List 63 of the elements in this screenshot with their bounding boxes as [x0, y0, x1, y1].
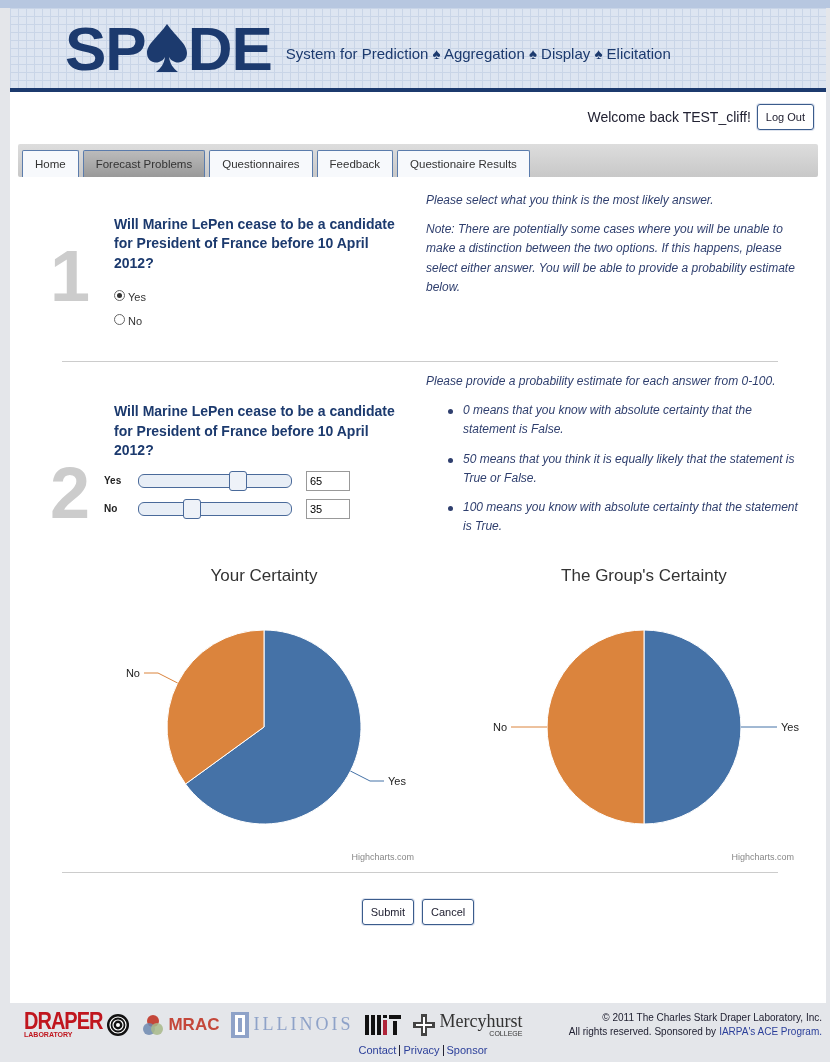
leader-line — [349, 770, 385, 782]
chart-credit: Highcharts.com — [731, 852, 794, 863]
number-field[interactable]: 65 — [306, 470, 350, 491]
form-button[interactable]: Cancel — [422, 899, 475, 926]
draper-logo-text: DRAPER — [24, 1009, 103, 1033]
logout-button[interactable]: Log Out — [756, 104, 814, 130]
nav-tab[interactable]: Questionaire Results — [397, 150, 530, 177]
block-i-icon — [231, 1011, 250, 1038]
slider-thumb[interactable] — [183, 498, 202, 519]
slider-label: No — [104, 503, 119, 515]
spade-icon — [146, 22, 187, 74]
form-button[interactable]: Submit — [361, 899, 414, 926]
slider-track[interactable] — [138, 501, 292, 516]
nav-tab[interactable]: Feedback — [316, 150, 394, 177]
footer-link[interactable]: Contact — [358, 1044, 397, 1056]
chart-credit: Highcharts.com — [351, 852, 414, 863]
bars-logo-icon — [365, 1014, 402, 1035]
rights-text: All rights reserved. Sponsored by — [568, 1026, 717, 1037]
slice-label: Yes — [781, 721, 799, 734]
radio-button[interactable] — [114, 289, 125, 301]
mercyhurst-logo-text: Mercyhurst — [439, 1012, 523, 1030]
cross-emblem-icon — [413, 1013, 436, 1036]
instruction-text: Please select what you think is the most likely answer. — [426, 192, 715, 209]
slider-label: Yes — [104, 475, 123, 487]
option-label: Yes — [128, 291, 146, 304]
number-field[interactable]: 35 — [306, 498, 350, 519]
note-text: Note: There are potentially some cases where you will be unable to make a distinction between the two options. If this happens, please select either answer. You will be able to provide a probability estimate below. — [426, 221, 796, 296]
slice-label: Yes — [388, 775, 406, 788]
slider-track[interactable] — [138, 473, 292, 488]
bullet-icon — [448, 457, 453, 463]
target-icon — [106, 1012, 131, 1037]
slider-thumb[interactable] — [228, 470, 247, 491]
nav-tab[interactable]: Questionnaires — [209, 150, 313, 177]
slice-label: No — [125, 667, 140, 680]
copyright-text: © 2011 The Charles Stark Draper Laboratory, Inc. — [601, 1012, 822, 1023]
logo-text: SP — [65, 12, 146, 84]
nav-tab[interactable]: Forecast Problems — [82, 150, 206, 177]
chart-title: Your Certainty — [210, 566, 318, 587]
bullet-text: 100 means you know with absolute certainty that the statement is True. — [463, 498, 799, 536]
welcome-text: Welcome back TEST_cliff! — [587, 109, 751, 125]
chart-title: The Group's Certainty — [561, 566, 727, 587]
nav-tab[interactable]: Home — [22, 150, 79, 177]
radio-button[interactable] — [114, 313, 125, 325]
mrac-logo-text: MRAC — [168, 1014, 220, 1035]
bullet-text: 50 means that you think it is equally likely that the statement is True or False. — [463, 450, 796, 487]
footer-link[interactable]: Privacy — [403, 1044, 440, 1056]
logo-text: DE — [187, 12, 272, 84]
leader-line — [510, 726, 548, 728]
option-label: No — [128, 315, 143, 328]
question-text: Will Marine LePen cease to be a candidate for President of France before 10 April 2012? — [114, 214, 396, 273]
program-link[interactable]: IARPA's ACE Program. — [719, 1026, 822, 1037]
tagline: System for Prediction ♠ Aggregation ♠ Display ♠ Elicitation — [285, 44, 671, 62]
slice-label: No — [492, 721, 507, 734]
bullet-icon — [448, 409, 453, 415]
bullet-text: 0 means that you know with absolute certainty that the statement is False. — [463, 402, 753, 439]
question-text: Will Marine LePen cease to be a candidate for President of France before 10 April 2012? — [114, 402, 396, 461]
bullet-icon — [448, 505, 453, 511]
leader-line — [740, 726, 778, 728]
instruction-text: Please provide a probability estimate for each answer from 0-100. — [426, 373, 777, 390]
footer-link[interactable]: Sponsor — [446, 1044, 488, 1056]
circles-icon — [142, 1013, 165, 1036]
leader-line — [143, 672, 179, 684]
illinois-logo-text: ILLINOIS — [253, 1014, 354, 1035]
